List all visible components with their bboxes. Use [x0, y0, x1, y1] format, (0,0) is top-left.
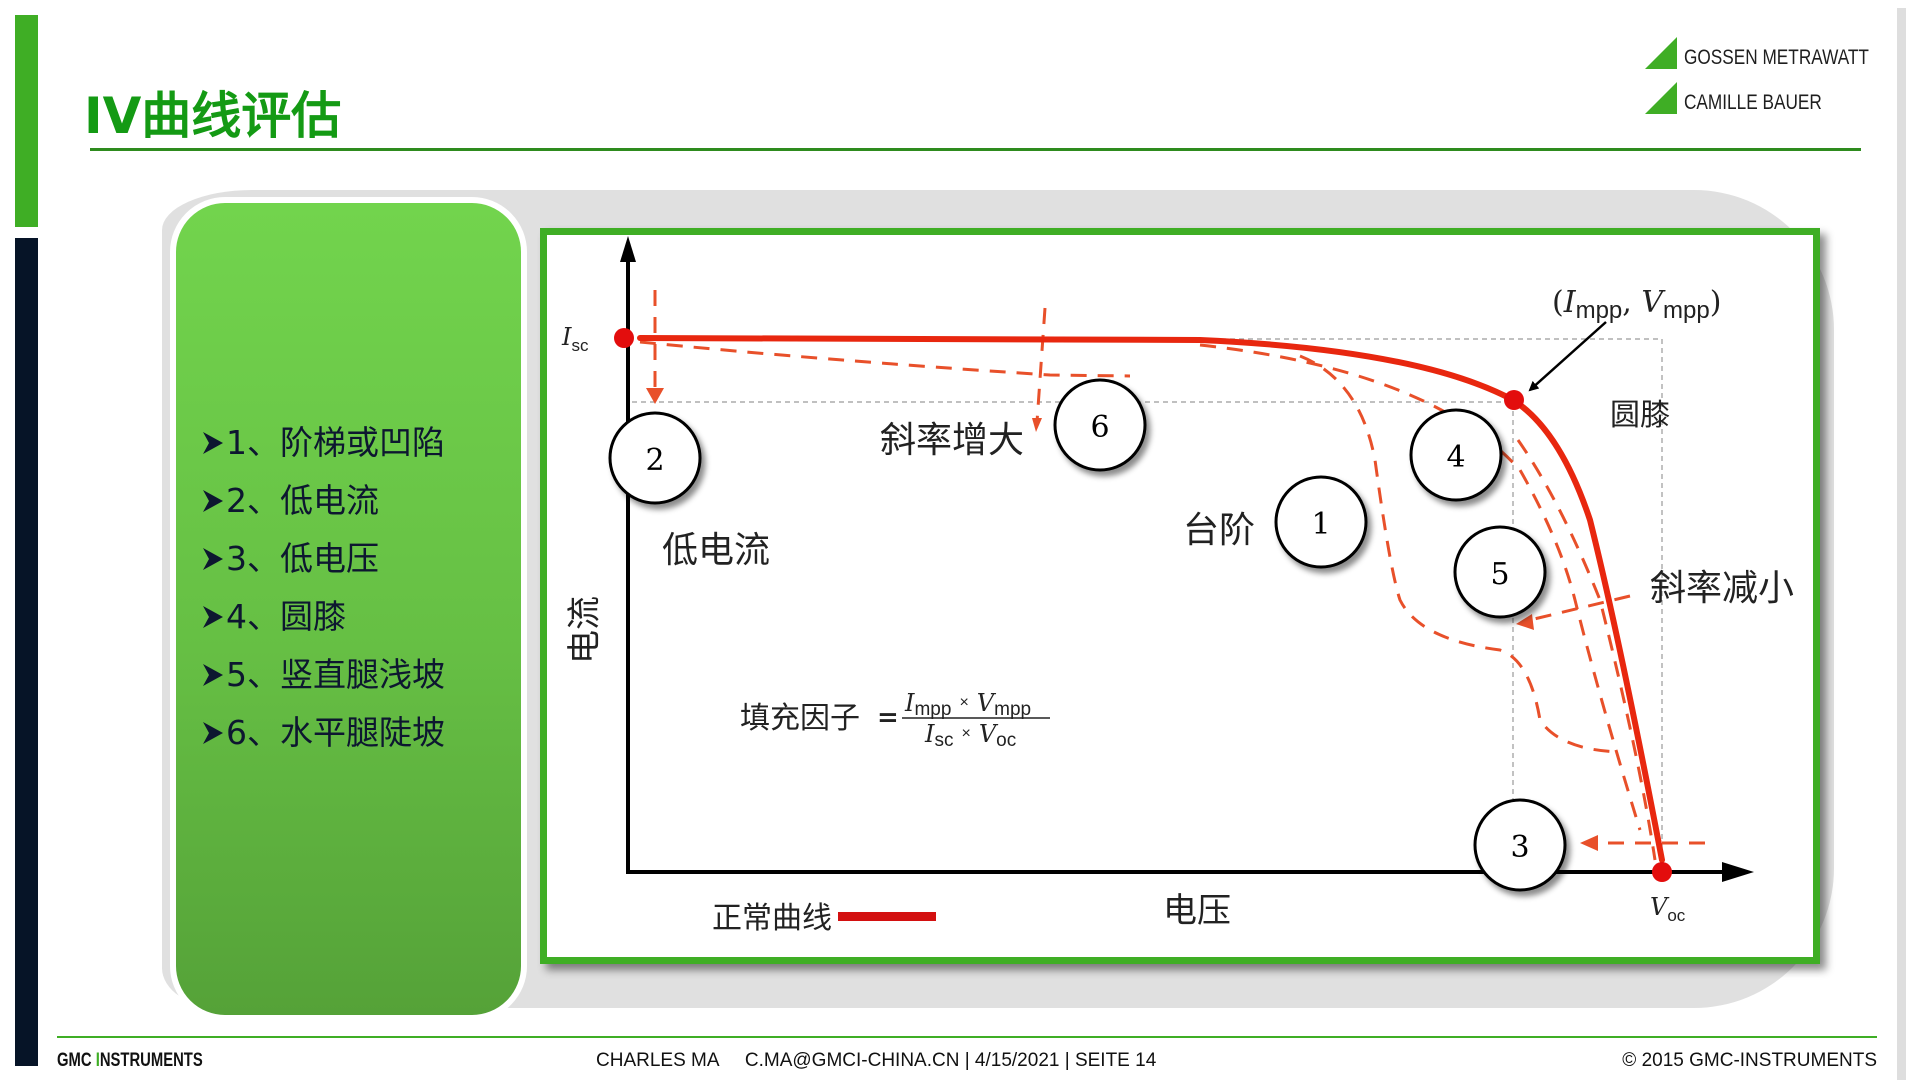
- footer-divider: [57, 1036, 1877, 1038]
- issue-label: 水平腿陡坡: [280, 713, 445, 752]
- logo-text: CAMILLE BAUER: [1684, 91, 1822, 114]
- arrow-bullet-icon: [203, 606, 223, 628]
- issue-label: 低电压: [280, 539, 379, 578]
- issue-item: 1、 阶梯或凹陷: [202, 414, 445, 472]
- slide-title: IV曲线评估: [84, 87, 342, 145]
- issue-label: 阶梯或凹陷: [280, 423, 445, 462]
- accent-bar-green: [15, 15, 38, 227]
- issue-number: 4、: [226, 597, 280, 636]
- logo-text: GOSSEN METRAWATT: [1684, 46, 1869, 69]
- issue-label: 圆膝: [280, 597, 346, 636]
- issue-item: 6、 水平腿陡坡: [202, 704, 445, 762]
- accent-bar-navy: [15, 238, 38, 1066]
- arrow-bullet-icon: [203, 432, 223, 454]
- logo-triangle-icon: [1645, 82, 1677, 114]
- arrow-bullet-icon: [203, 490, 223, 512]
- footer-meta: CHARLES MA C.MA@GMCI-CHINA.CN | 4/15/202…: [596, 1050, 1157, 1071]
- issue-number: 1、: [226, 423, 280, 462]
- issue-number: 3、: [226, 539, 280, 578]
- issue-list: 1、 阶梯或凹陷 2、 低电流 3、 低电压 4、 圆膝 5、 竖直腿浅坡 6、 水平腿陡坡: [202, 414, 445, 762]
- logo-triangle-icon: [1645, 37, 1677, 69]
- issue-label: 低电流: [280, 481, 379, 520]
- issue-label: 竖直腿浅坡: [280, 655, 445, 694]
- vertical-scrollbar[interactable]: [1897, 8, 1906, 1080]
- footer-copyright: © 2015 GMC-INSTRUMENTS: [1622, 1050, 1877, 1071]
- issue-number: 6、: [226, 713, 280, 752]
- footer-brand: GMC INSTRUMENTS: [57, 1050, 203, 1071]
- iv-diagram-frame: [540, 228, 1820, 964]
- issue-number: 2、: [226, 481, 280, 520]
- logo-gossen-metrawatt: GOSSEN METRAWATT: [1645, 37, 1910, 69]
- issue-item: 4、 圆膝: [202, 588, 445, 646]
- issue-item: 5、 竖直腿浅坡: [202, 646, 445, 704]
- arrow-bullet-icon: [203, 664, 223, 686]
- arrow-bullet-icon: [203, 548, 223, 570]
- logo-camille-bauer: CAMILLE BAUER: [1645, 82, 1852, 114]
- issue-item: 2、 低电流: [202, 472, 445, 530]
- arrow-bullet-icon: [203, 722, 223, 744]
- issue-item: 3、 低电压: [202, 530, 445, 588]
- issue-number: 5、: [226, 655, 280, 694]
- title-divider: [90, 148, 1861, 151]
